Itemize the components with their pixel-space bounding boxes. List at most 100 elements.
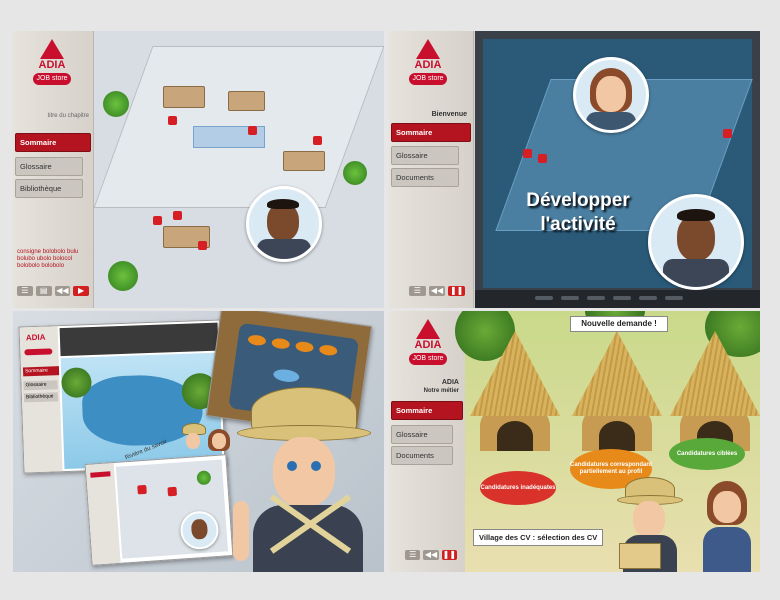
nav-glossaire[interactable]: Glossaire [391,425,453,444]
video-progress-bar[interactable] [475,290,760,308]
office-map [115,459,229,559]
plant [108,261,138,291]
sidebar: ADIA JOB store titre du chapitre Sommair… [13,31,94,308]
screen-thumbnail-office [84,454,234,566]
nav-sommaire[interactable]: Sommaire [15,133,91,152]
logo-brand: ADIA [414,339,442,351]
desk [283,151,325,171]
screenshot-cv-village: ADIA JOB store ADIA Notre métier Sommair… [389,311,760,572]
progress-segment [587,296,605,300]
chair [723,129,732,138]
player-controls: ☰ ◀◀ ❚❚ [409,286,466,300]
explorer-character [615,471,685,572]
progress-segment [665,296,683,300]
logo-brand: ADIA [38,59,66,71]
nav-bibliotheque[interactable]: Bibliothèque [23,392,59,403]
print-icon[interactable]: ▤ [35,286,52,296]
category-targeted[interactable]: Candidatures ciblées [669,438,745,470]
subsection-label: Notre métier [423,388,459,394]
progress-segment [535,296,553,300]
video-player[interactable]: Développer l'activité [475,31,760,308]
logo-bar [90,471,111,478]
player-controls: ☰ ◀◀ ❚❚ [405,550,457,564]
chair [198,241,207,250]
logo-brand: ADIA [414,59,442,71]
sidebar: ADIA JOB store ADIA Notre métier Sommair… [389,311,466,572]
plant [343,161,367,185]
face [677,215,715,261]
man-avatar [648,194,744,290]
logo-sub-bar [24,348,53,356]
guide-avatar [179,509,220,551]
rewind-icon[interactable]: ◀◀ [54,286,71,296]
diagram-node [247,334,267,347]
category-inadequate[interactable]: Candidatures inadéquates [480,471,556,505]
progress-segment [613,296,631,300]
nav-sommaire[interactable]: Sommaire [391,401,463,420]
chair [173,211,182,220]
text-box [59,322,219,357]
logo-mark [416,319,440,339]
progress-segment [639,296,657,300]
guide-avatar [246,186,322,262]
menu-icon[interactable]: ☰ [17,286,33,296]
nav-glossaire[interactable]: Glossaire [391,146,459,165]
jacket [586,112,636,130]
desk [228,91,265,111]
nav-documents[interactable]: Documents [391,168,459,187]
eye [287,461,297,471]
diagram-node [318,344,338,357]
woman-character [697,481,757,572]
section-label: ADIA [441,379,459,386]
face [596,76,626,112]
plant [196,470,212,486]
chapter-title: titre du chapitre [47,113,89,119]
adia-logo: ADIA JOB store [403,39,453,97]
nav-glossaire[interactable]: Glossaire [15,157,83,176]
menu-icon[interactable]: ☰ [405,550,421,560]
helper-characters [178,423,238,463]
video-frame: Développer l'activité [483,39,753,290]
welcome-label: Bienvenue [431,111,467,118]
jacket [663,259,729,287]
sidebar: ADIA JOB store Bienvenue Sommaire Glossa… [389,31,474,308]
face [190,518,209,540]
pause-icon[interactable]: ❚❚ [448,286,466,296]
pointing-hand [233,501,249,561]
video-title: Développer l'activité [526,190,630,235]
jacket [257,239,311,259]
logo-sub: JOB store [409,353,447,365]
chair [313,136,322,145]
adia-logo: ADIA JOB store [27,39,77,97]
diagram-node [294,340,315,354]
chair [248,126,257,135]
chair [523,149,532,158]
hut-door [599,421,635,451]
pause-icon[interactable]: ❚❚ [441,550,457,560]
explorer-character [233,381,383,572]
screenshot-video-intro: ADIA JOB store Bienvenue Sommaire Glossa… [389,31,760,308]
rewind-icon[interactable]: ◀◀ [423,550,439,560]
chair [168,116,177,125]
jacket [253,505,363,572]
nav-bibliotheque[interactable]: Bibliothèque [15,179,83,198]
progress-segment [561,296,579,300]
rewind-icon[interactable]: ◀◀ [428,286,446,296]
hair [267,199,299,209]
menu-icon[interactable]: ☰ [409,286,426,296]
hut-door [497,421,533,451]
diagram-node [271,337,291,350]
logo-sub: JOB store [409,73,447,85]
nav-glossaire[interactable]: Glossaire [23,380,58,391]
nav-sommaire[interactable]: Sommaire [391,123,471,142]
village-scene: Nouvelle demande ! Candidatures inadéqua… [455,311,760,572]
logo-sub: JOB store [33,73,71,85]
screenshot-collage: ADIA Sommaire Glossaire Bibliothèque Riv… [13,311,384,572]
face [273,437,335,507]
instructions-text: consigne bolobolo bulu bolubo ubolo bolo… [17,249,79,269]
nav-sommaire[interactable]: Sommaire [22,366,60,377]
desk [163,86,205,108]
logo-brand: ADIA [25,332,46,343]
play-icon[interactable]: ▶ [73,286,89,296]
nav-documents[interactable]: Documents [391,446,453,465]
